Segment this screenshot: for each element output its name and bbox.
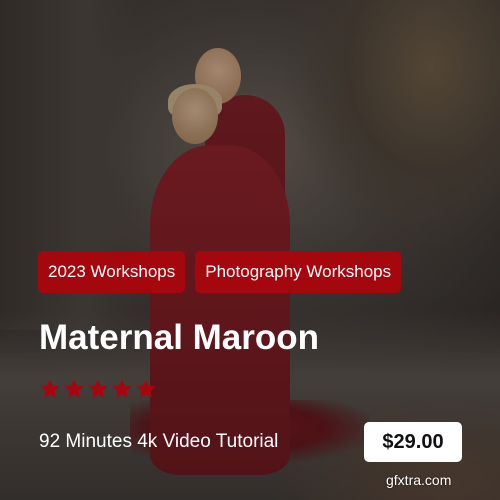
star-icon bbox=[87, 378, 109, 400]
product-title[interactable]: Maternal Maroon bbox=[39, 316, 319, 360]
price-button[interactable]: $29.00 bbox=[364, 422, 462, 462]
star-icon bbox=[135, 378, 157, 400]
star-icon bbox=[63, 378, 85, 400]
product-description: 92 Minutes 4k Video Tutorial bbox=[39, 431, 279, 452]
star-icon bbox=[39, 378, 61, 400]
star-icon bbox=[111, 378, 133, 400]
star-rating bbox=[39, 378, 157, 400]
tag-list: 2023 Workshops Photography Workshops bbox=[38, 251, 402, 293]
product-card[interactable]: 2023 Workshops Photography Workshops Mat… bbox=[0, 0, 500, 500]
watermark-text: gfxtra.com bbox=[386, 472, 452, 488]
tag-2023-workshops[interactable]: 2023 Workshops bbox=[38, 251, 186, 293]
tag-photography-workshops[interactable]: Photography Workshops bbox=[195, 251, 402, 293]
watermark-logo: gfxtra.com bbox=[386, 471, 451, 489]
